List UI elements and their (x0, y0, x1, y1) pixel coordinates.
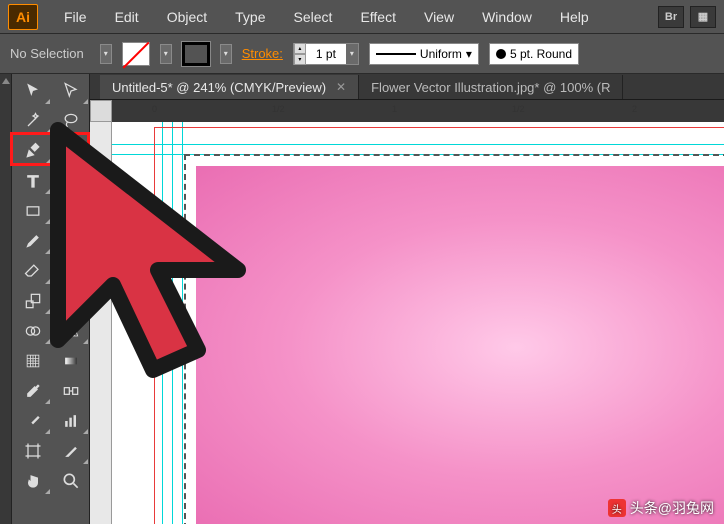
gradient-tool[interactable] (52, 346, 89, 375)
fill-swatch[interactable] (122, 42, 150, 66)
artboard-tool[interactable] (14, 436, 51, 465)
rotate-tool[interactable] (52, 256, 89, 285)
canvas[interactable] (112, 122, 724, 524)
menu-object[interactable]: Object (153, 9, 221, 25)
width-tool[interactable] (52, 286, 89, 315)
vertical-ruler[interactable] (90, 122, 112, 524)
ruler-origin[interactable] (90, 100, 112, 122)
direct-selection-tool[interactable] (52, 76, 89, 105)
panel-collapse-left[interactable] (0, 74, 12, 524)
slice-tool[interactable] (52, 436, 89, 465)
tab-label: Untitled-5* @ 241% (CMYK/Preview) (112, 80, 326, 95)
magic-wand-tool[interactable] (14, 106, 51, 135)
stroke-label[interactable]: Stroke: (242, 46, 283, 61)
arrange-button[interactable]: ▦ (690, 6, 716, 28)
shape-builder-tool[interactable] (14, 316, 51, 345)
stroke-weight-input[interactable]: ▴▾ 1 pt ▾ (293, 43, 359, 65)
watermark-logo-icon: 头 (608, 499, 626, 517)
selection-dropdown[interactable]: ▾ (100, 44, 112, 64)
stroke-swatch[interactable] (182, 42, 210, 66)
control-bar: No Selection ▾ ▾ ▾ Stroke: ▴▾ 1 pt ▾ Uni… (0, 34, 724, 74)
curvature-pen-tool[interactable] (52, 136, 89, 165)
toolbox (12, 74, 90, 524)
eraser-tool[interactable] (14, 256, 51, 285)
variable-width-profile[interactable]: Uniform ▾ (369, 43, 479, 65)
symbol-sprayer-tool[interactable] (14, 406, 51, 435)
mesh-tool[interactable] (14, 346, 51, 375)
eyedropper-tool[interactable] (14, 376, 51, 405)
tab-untitled[interactable]: Untitled-5* @ 241% (CMYK/Preview) ✕ (100, 75, 359, 99)
menubar: Ai File Edit Object Type Select Effect V… (0, 0, 724, 34)
pen-tool[interactable] (14, 136, 51, 165)
close-icon[interactable]: ✕ (336, 80, 346, 94)
menu-window[interactable]: Window (468, 9, 546, 25)
artwork-pink-rect[interactable] (196, 166, 724, 524)
scale-tool[interactable] (14, 286, 51, 315)
menu-help[interactable]: Help (546, 9, 603, 25)
brush-definition[interactable]: 5 pt. Round (489, 43, 579, 65)
brush-label: 5 pt. Round (510, 47, 572, 61)
selection-tool[interactable] (14, 76, 51, 105)
hand-tool[interactable] (14, 466, 51, 495)
tab-label: Flower Vector Illustration.jpg* @ 100% (… (371, 80, 610, 95)
menu-file[interactable]: File (50, 9, 101, 25)
column-graph-tool[interactable] (52, 406, 89, 435)
menu-effect[interactable]: Effect (346, 9, 410, 25)
zoom-tool[interactable] (52, 466, 89, 495)
selection-label: No Selection (10, 46, 84, 61)
pencil-tool[interactable] (14, 226, 51, 255)
menu-edit[interactable]: Edit (101, 9, 153, 25)
tab-flower[interactable]: Flower Vector Illustration.jpg* @ 100% (… (359, 75, 623, 99)
watermark: 头 头条@羽兔网 (608, 498, 714, 518)
blend-tool[interactable] (52, 376, 89, 405)
fill-dropdown[interactable]: ▾ (160, 44, 172, 64)
menu-select[interactable]: Select (280, 9, 347, 25)
paintbrush-tool[interactable] (52, 196, 89, 225)
watermark-text: 头条@羽兔网 (630, 498, 714, 518)
perspective-grid-tool[interactable] (52, 316, 89, 345)
lasso-tool[interactable] (52, 106, 89, 135)
app-logo: Ai (8, 4, 38, 30)
rectangle-tool[interactable] (14, 196, 51, 225)
blob-brush-tool[interactable] (52, 226, 89, 255)
profile-label: Uniform (420, 47, 462, 61)
stroke-weight-value[interactable]: 1 pt (306, 47, 346, 61)
stroke-dropdown[interactable]: ▾ (220, 44, 232, 64)
bridge-button[interactable]: Br (658, 6, 684, 28)
line-segment-tool[interactable] (52, 166, 89, 195)
type-tool[interactable] (14, 166, 51, 195)
menu-type[interactable]: Type (221, 9, 279, 25)
menu-view[interactable]: View (410, 9, 468, 25)
document-tabs: Untitled-5* @ 241% (CMYK/Preview) ✕ Flow… (90, 74, 724, 100)
